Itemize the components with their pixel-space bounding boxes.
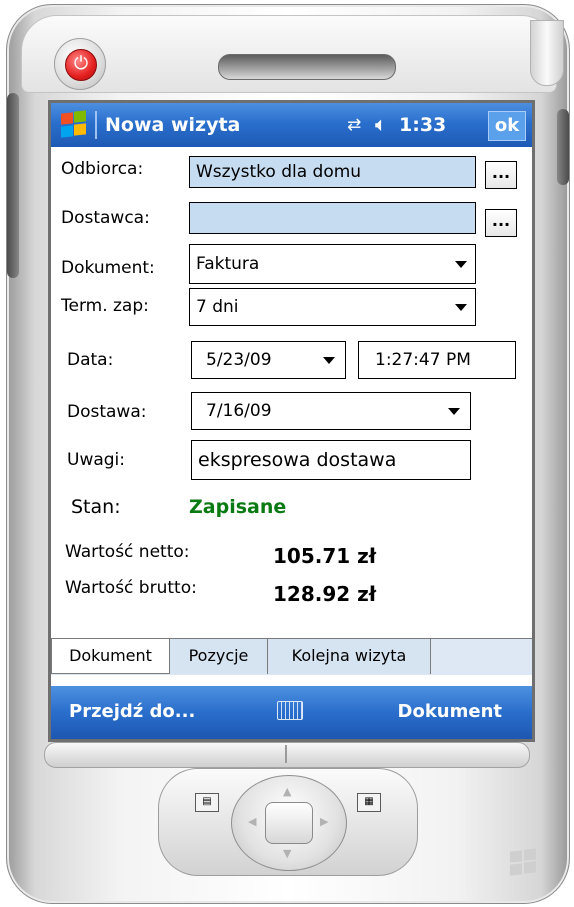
dokument-select[interactable]: Faktura bbox=[189, 244, 476, 284]
dostawa-label: Dostawa: bbox=[67, 402, 147, 422]
lower-trim-band bbox=[44, 742, 530, 768]
calendar-key-icon[interactable]: ▦ bbox=[357, 793, 381, 812]
chevron-down-icon bbox=[448, 408, 460, 415]
wartosc-brutto-label: Wartość brutto: bbox=[65, 578, 197, 598]
dpad[interactable]: ▲ ▼ ◀ ▶ bbox=[231, 775, 347, 871]
stan-label: Stan: bbox=[71, 496, 121, 518]
ok-button[interactable]: ok bbox=[488, 111, 526, 141]
volume-icon[interactable]: 🔈︎ bbox=[375, 112, 387, 136]
term-zap-label: Term. zap: bbox=[61, 296, 149, 316]
side-button-left[interactable] bbox=[7, 93, 19, 278]
chevron-left-icon: ◀ bbox=[248, 815, 257, 828]
tab-bar: Dokument Pozycje Kolejna wizyta bbox=[51, 638, 532, 675]
dostawa-date-picker[interactable]: 7/16/09 bbox=[191, 392, 471, 430]
dostawca-field[interactable] bbox=[189, 202, 476, 234]
windows-start-icon[interactable] bbox=[59, 110, 89, 140]
dokument-select-value: Faktura bbox=[196, 254, 260, 274]
chevron-right-icon: ▶ bbox=[320, 815, 329, 828]
data-label: Data: bbox=[67, 350, 114, 370]
chevron-down-icon bbox=[455, 304, 467, 311]
dokument-label: Dokument: bbox=[61, 258, 155, 278]
wartosc-netto-label: Wartość netto: bbox=[65, 542, 190, 562]
tab-dokument[interactable]: Dokument bbox=[51, 639, 170, 674]
stan-status-value: Zapisane bbox=[189, 496, 287, 518]
odbiorca-field[interactable]: Wszystko dla domu bbox=[189, 156, 476, 188]
odbiorca-browse-button[interactable]: ... bbox=[485, 161, 517, 189]
data-time-field[interactable]: 1:27:47 PM bbox=[358, 341, 516, 379]
title-bar: Nowa wizyta ⇄ 🔈︎ 1:33 ok bbox=[51, 103, 532, 147]
side-button-right[interactable] bbox=[557, 109, 569, 185]
power-button[interactable]: ⏻ bbox=[54, 38, 106, 90]
device-top-panel: ⏻ bbox=[21, 15, 564, 93]
softkey-bar: Przejdź do... Dokument bbox=[51, 686, 532, 739]
navigation-pod: ▤ ▦ ▲ ▼ ◀ ▶ bbox=[158, 768, 418, 876]
contacts-key-icon[interactable]: ▤ bbox=[195, 793, 219, 812]
windows-logo-icon bbox=[508, 848, 540, 878]
dostawa-date-value: 7/16/09 bbox=[206, 401, 272, 421]
chevron-down-icon bbox=[455, 261, 467, 268]
stylus-slot bbox=[530, 20, 564, 86]
chevron-up-icon: ▲ bbox=[283, 785, 292, 798]
softkey-right-button[interactable]: Dokument bbox=[398, 700, 502, 724]
chevron-down-icon: ▼ bbox=[283, 847, 292, 860]
tab-pozycje[interactable]: Pozycje bbox=[170, 639, 268, 674]
dostawca-label: Dostawca: bbox=[61, 208, 150, 228]
title-separator bbox=[95, 111, 97, 139]
clock[interactable]: 1:33 bbox=[399, 112, 446, 138]
tab-kolejna-wizyta[interactable]: Kolejna wizyta bbox=[268, 639, 431, 674]
softkey-left-button[interactable]: Przejdź do... bbox=[69, 700, 195, 724]
odbiorca-label: Odbiorca: bbox=[61, 159, 144, 179]
device-screen: Nowa wizyta ⇄ 🔈︎ 1:33 ok Odbiorca: Wszys… bbox=[48, 100, 535, 742]
app-title: Nowa wizyta bbox=[105, 114, 241, 136]
keyboard-icon[interactable] bbox=[277, 701, 303, 720]
term-zap-select-value: 7 dni bbox=[196, 297, 239, 317]
speaker-grille bbox=[218, 54, 396, 80]
dostawca-browse-button[interactable]: ... bbox=[485, 209, 517, 237]
chevron-down-icon bbox=[323, 357, 335, 364]
data-date-value: 5/23/09 bbox=[206, 350, 272, 370]
dpad-center-button[interactable] bbox=[265, 802, 313, 844]
wartosc-brutto-value: 128.92 zł bbox=[273, 582, 377, 606]
wartosc-netto-value: 105.71 zł bbox=[273, 544, 377, 568]
uwagi-label: Uwagi: bbox=[67, 450, 126, 470]
term-zap-select[interactable]: 7 dni bbox=[189, 288, 476, 326]
connectivity-icon[interactable]: ⇄ bbox=[347, 114, 361, 136]
data-date-picker[interactable]: 5/23/09 bbox=[191, 341, 346, 379]
uwagi-input[interactable]: ekspresowa dostawa bbox=[191, 440, 471, 480]
power-icon: ⏻ bbox=[65, 49, 97, 81]
